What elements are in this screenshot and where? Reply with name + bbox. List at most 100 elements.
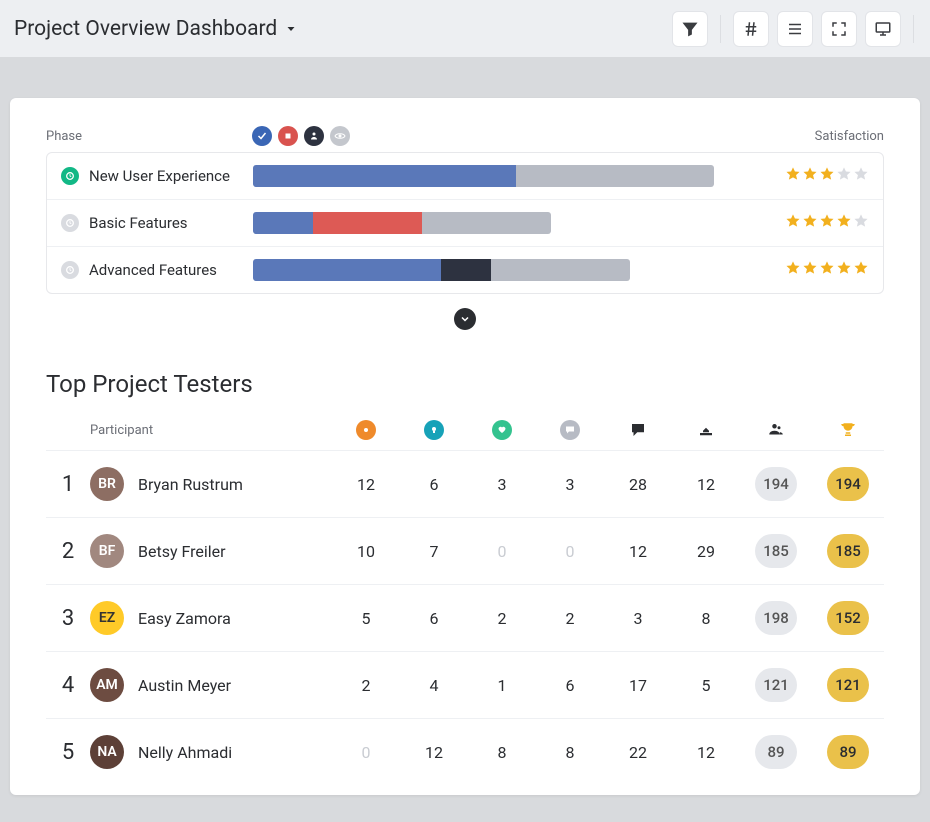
trophy-header-icon [839,421,857,439]
phase-row[interactable]: Advanced Features [47,246,883,293]
trophy-score-pill: 194 [827,467,869,501]
praise-header-icon [492,420,512,440]
tester-trophy-score-cell: 121 [812,668,884,702]
page-title: Project Overview Dashboard [14,17,277,41]
tester-team-score-cell: 121 [740,668,812,702]
progress-segment [422,212,551,234]
phase-table: New User Experience Basic Features Advance… [46,152,884,294]
team-score-pill: 198 [755,601,797,635]
tester-metric: 2 [332,676,400,695]
phase-table-header: Phase Satisfaction [46,126,884,146]
tester-participant-cell: AMAustin Meyer [90,668,332,702]
tester-row[interactable]: 5NANelly Ahmadi0128822128989 [46,718,884,785]
phase-legend-review-icon [304,126,324,146]
tester-metric: 3 [604,609,672,628]
tester-trophy-score-cell: 152 [812,601,884,635]
phase-name: New User Experience [89,167,230,185]
filter-icon [681,20,699,38]
filter-button[interactable] [672,11,708,47]
phase-legend [252,126,784,146]
phase-progress-bar [253,212,749,234]
phase-progress-bar [253,165,749,187]
tester-team-score-cell: 198 [740,601,812,635]
phase-column-label: Phase [46,129,252,144]
tester-name: Nelly Ahmadi [138,743,232,762]
tester-metric: 12 [672,475,740,494]
page-title-dropdown[interactable]: Project Overview Dashboard [12,17,297,41]
progress-segment [253,165,516,187]
tester-row[interactable]: 3EZEasy Zamora562238198152 [46,584,884,651]
team-score-pill: 89 [755,735,797,769]
comments-header-icon [629,421,647,439]
tester-metric: 0 [468,542,536,561]
tester-metric: 17 [604,676,672,695]
tester-metric: 5 [332,609,400,628]
phase-name: Advanced Features [89,261,217,279]
ideas-header-icon [424,420,444,440]
tester-metric: 12 [672,743,740,762]
star-icon [853,213,869,233]
phase-status-active-icon [61,167,79,185]
tester-row[interactable]: 1BRBryan Rustrum126332812194194 [46,450,884,517]
tester-metric: 10 [332,542,400,561]
monitor-icon [874,20,892,38]
phase-legend-complete-icon [252,126,272,146]
tester-rank: 5 [46,740,90,765]
votes-header-icon [697,421,715,439]
tester-trophy-score-cell: 89 [812,735,884,769]
star-icon [853,166,869,186]
tester-rank: 1 [46,472,90,497]
expand-phases-button[interactable] [454,308,476,330]
team-score-header-icon [767,421,785,439]
star-icon [819,213,835,233]
satisfaction-stars [769,166,869,186]
numbers-button[interactable] [733,11,769,47]
phase-name-cell: New User Experience [61,167,253,185]
tester-metric: 29 [672,542,740,561]
other-feedback-header-icon [560,420,580,440]
testers-title: Top Project Testers [46,370,884,398]
tester-metric: 1 [468,676,536,695]
phase-progress-bar [253,259,749,281]
tester-metric: 5 [672,676,740,695]
fullscreen-button[interactable] [821,11,857,47]
tester-row[interactable]: 4AMAustin Meyer2416175121121 [46,651,884,718]
tester-metric: 12 [400,743,468,762]
tester-metric: 7 [400,542,468,561]
tester-metric: 3 [468,475,536,494]
avatar: AM [90,668,124,702]
display-button[interactable] [865,11,901,47]
tester-metric: 12 [332,475,400,494]
phase-status-inactive-icon [61,214,79,232]
tester-row[interactable]: 2BFBetsy Freiler107001229185185 [46,517,884,584]
tester-rank: 2 [46,539,90,564]
tester-metric: 22 [604,743,672,762]
tester-trophy-score-cell: 185 [812,534,884,568]
phase-row[interactable]: Basic Features [47,199,883,246]
star-icon [785,166,801,186]
progress-segment [253,212,313,234]
star-icon [836,260,852,280]
phase-name-cell: Advanced Features [61,261,253,279]
star-icon [853,260,869,280]
progress-segment [313,212,422,234]
star-icon [819,166,835,186]
tester-metric: 8 [468,743,536,762]
tester-metric: 2 [536,609,604,628]
star-icon [802,166,818,186]
list-icon [786,20,804,38]
top-bar: Project Overview Dashboard [0,0,930,58]
tester-participant-cell: BFBetsy Freiler [90,534,332,568]
avatar: BR [90,467,124,501]
phase-row[interactable]: New User Experience [47,153,883,199]
toolbar [672,11,918,47]
trophy-score-pill: 89 [827,735,869,769]
tester-metric: 3 [536,475,604,494]
dashboard-card: Phase Satisfaction New User Experience Ba… [10,98,920,795]
tester-metric: 8 [536,743,604,762]
tester-metric: 4 [400,676,468,695]
chevron-down-icon [459,313,471,325]
progress-segment [253,259,441,281]
list-button[interactable] [777,11,813,47]
testers-table: 1BRBryan Rustrum1263328121941942BFBetsy … [46,450,884,785]
